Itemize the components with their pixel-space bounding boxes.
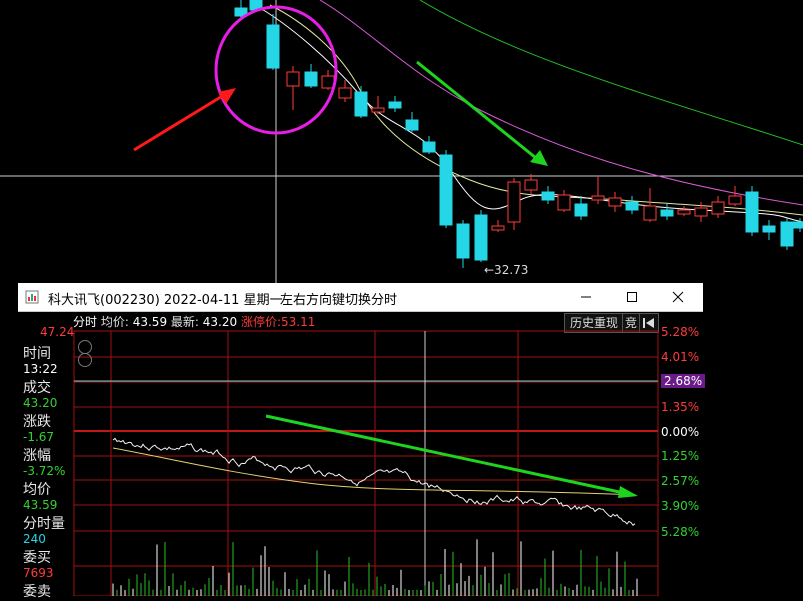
ask-label: 委卖 <box>23 584 51 600</box>
candle-up <box>591 195 605 201</box>
price-line <box>112 437 636 527</box>
time-label: 时间 <box>23 346 51 362</box>
candle-up <box>507 181 521 223</box>
pct-axis-label: 0.00% <box>661 425 700 439</box>
pct-axis-label: 2.57% <box>661 474 700 488</box>
candle-up <box>286 71 300 87</box>
candle-up <box>677 209 691 215</box>
candle-down <box>439 154 453 226</box>
avg-value: 43.59 <box>23 498 58 512</box>
candle-up <box>371 107 385 113</box>
candle-up <box>728 195 742 205</box>
pct-axis-label: 4.01% <box>661 350 700 364</box>
zoom-in-button[interactable] <box>78 340 92 354</box>
bid-label: 委买 <box>23 550 51 566</box>
candle-down <box>456 223 470 259</box>
candle-down <box>388 101 402 109</box>
bid-value: 7693 <box>23 566 54 580</box>
candle-down <box>574 203 588 217</box>
intraday-chart <box>73 330 659 596</box>
intraday-frame <box>73 330 659 596</box>
pct-value: -3.72% <box>23 464 66 478</box>
pct-axis-label: 1.35% <box>661 400 700 414</box>
candle-up <box>711 201 725 215</box>
intraday-green-arrow-shaft <box>265 414 625 495</box>
red-arrow-shaft <box>133 93 225 152</box>
candle-up <box>338 87 352 99</box>
deal-value: 43.20 <box>23 396 58 410</box>
candle-down <box>625 201 639 211</box>
pct-axis-label: 1.25% <box>661 449 700 463</box>
candle-up <box>321 75 335 89</box>
green-arrow-head <box>530 150 548 166</box>
change-label: 涨跌 <box>23 414 51 430</box>
candle-down <box>745 191 759 233</box>
ma-line-green <box>419 0 803 146</box>
candle-down <box>266 24 280 69</box>
pct-label: 涨幅 <box>23 448 51 464</box>
avg-label: 均价 <box>23 482 51 498</box>
candle-down <box>354 91 368 117</box>
candle-down <box>793 221 803 229</box>
candle-down <box>422 141 436 153</box>
red-arrow-head <box>218 88 236 104</box>
low-price-label: ←32.73 <box>484 263 529 277</box>
candle-down <box>474 214 488 261</box>
candle-up <box>608 197 622 207</box>
pct-axis-label: 5.28% <box>661 525 700 539</box>
zoom-out-button[interactable] <box>78 353 92 367</box>
time-value: 13:22 <box>23 362 58 376</box>
candle-up <box>694 207 708 217</box>
deal-label: 成交 <box>23 380 51 396</box>
candle-down <box>780 221 794 247</box>
candle-down <box>541 191 555 201</box>
pct-axis-label: 5.28% <box>661 325 700 339</box>
top-price: 47.24 <box>40 325 75 339</box>
candle-down <box>405 119 419 131</box>
intraday-window[interactable]: 科大讯飞(002230) 2022-04-11 星期一 左右方向键切换分时 分时… <box>18 283 706 600</box>
candle-down <box>762 225 776 233</box>
vol-label: 分时量 <box>23 516 65 532</box>
candle-down <box>304 71 318 87</box>
pct-axis-label: 3.90% <box>661 499 700 513</box>
intraday-green-arrow-head <box>618 486 638 498</box>
candle-up <box>643 205 657 221</box>
candle-up <box>491 225 505 231</box>
vol-value: 240 <box>23 532 46 546</box>
candle-up <box>557 194 571 211</box>
pct-axis-label-current: 2.68% <box>661 374 706 388</box>
candle-up <box>524 179 538 191</box>
change-value: -1.67 <box>23 430 55 444</box>
candle-down <box>660 209 674 217</box>
